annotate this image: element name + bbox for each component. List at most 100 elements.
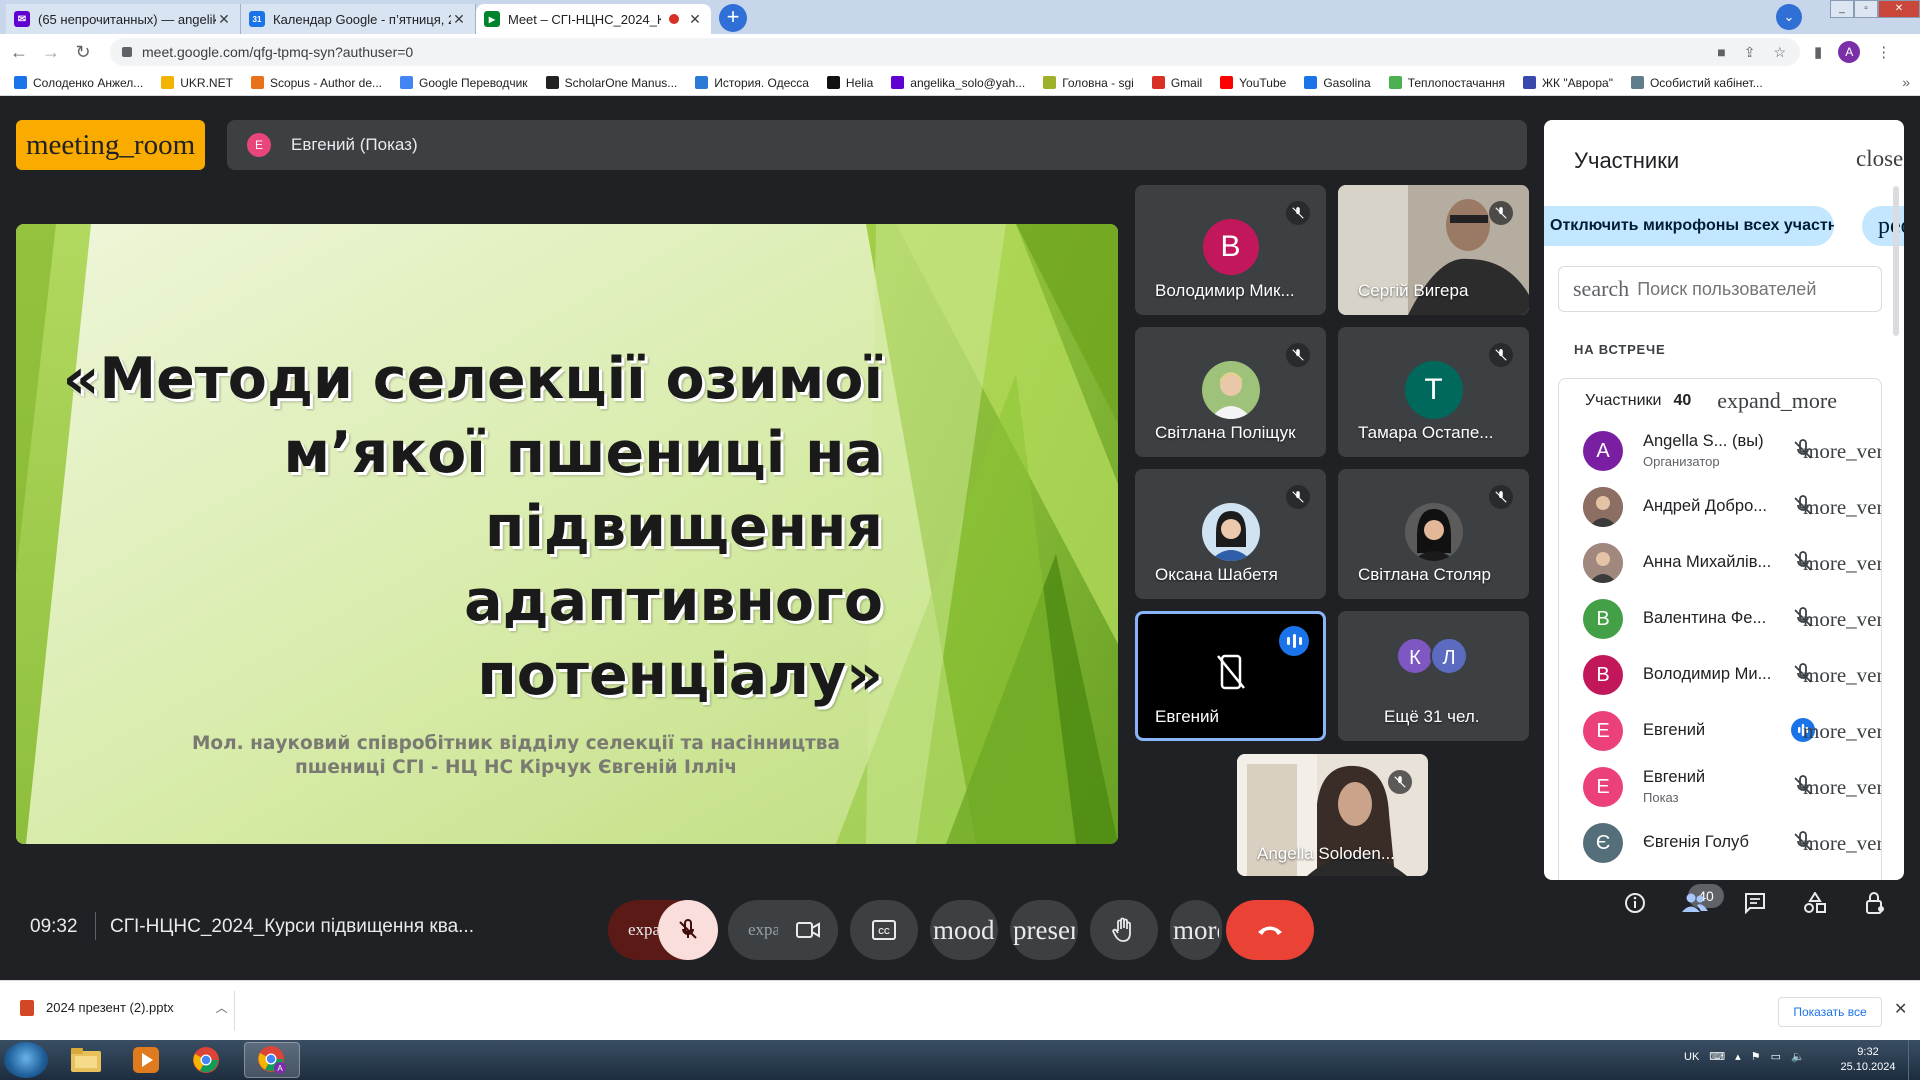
participant-tile-active-speaker[interactable]: Евгений <box>1135 611 1326 741</box>
search-field[interactable]: search <box>1558 266 1882 312</box>
keyboard-icon[interactable]: ⌨ <box>1709 1050 1725 1063</box>
meeting-info-button[interactable] <box>1620 888 1650 918</box>
bookmark-item[interactable]: Gmail <box>1151 76 1202 90</box>
address-bar[interactable]: meet.google.com/qfg-tpmq-syn?authuser=0 … <box>110 38 1800 66</box>
chat-button[interactable] <box>1740 888 1770 918</box>
download-item[interactable]: 2024 презент (2).pptx ︿ <box>20 999 228 1016</box>
taskbar-clock[interactable]: 9:32 25.10.2024 <box>1840 1045 1896 1075</box>
tab-google-calendar[interactable]: 31 Календар Google - п’ятниця, 25 жовтня… <box>241 4 476 34</box>
browser-menu-icon[interactable]: ⋮ <box>1876 43 1891 61</box>
mute-all-button[interactable]: Отключить микрофоны всех участников <box>1544 206 1834 246</box>
explorer-taskbar-icon[interactable] <box>58 1042 114 1078</box>
present-button[interactable]: present_to_all <box>1010 900 1078 960</box>
participant-row[interactable]: В Валентина Фе... more_vert <box>1559 590 1881 646</box>
bookmark-favicon-icon <box>1220 76 1234 89</box>
volume-icon[interactable]: 🔈 <box>1791 1050 1805 1063</box>
leave-call-button[interactable] <box>1226 900 1314 960</box>
bookmark-item[interactable]: Google Переводчик <box>400 76 528 90</box>
bookmark-item[interactable]: UKR.NET <box>161 76 233 90</box>
expand-more-icon[interactable]: expand_more <box>1717 388 1837 414</box>
new-tab-button[interactable]: + <box>719 4 747 32</box>
bookmark-star-icon[interactable]: ☆ <box>1773 44 1786 61</box>
bookmark-item[interactable]: Scopus - Author de... <box>250 76 382 90</box>
participants-group-header[interactable]: Участники 40 expand_more <box>1558 378 1882 422</box>
bookmark-item[interactable]: Gasolina <box>1304 76 1371 90</box>
flag-icon[interactable]: ⚑ <box>1751 1050 1761 1063</box>
bookmark-item[interactable]: ScholarOne Manus... <box>545 76 677 90</box>
show-desktop-button[interactable] <box>1908 1040 1920 1080</box>
reactions-button[interactable]: mood <box>930 900 998 960</box>
bookmark-item[interactable]: ЖК "Аврора" <box>1522 76 1613 90</box>
share-icon[interactable]: ⇪ <box>1744 44 1756 61</box>
bookmark-item[interactable]: Головна - sgi <box>1043 76 1134 90</box>
more-vert-icon[interactable]: more_vert <box>1803 607 1881 632</box>
close-tab-icon[interactable]: ✕ <box>216 11 232 28</box>
participant-row[interactable]: В Володимир Ми... more_vert <box>1559 646 1881 702</box>
more-vert-icon[interactable]: more_vert <box>1803 775 1881 800</box>
participant-tile[interactable]: Світлана Поліщук <box>1135 327 1326 457</box>
tray-expand-icon[interactable]: ▴ <box>1735 1050 1741 1063</box>
more-vert-icon[interactable]: more_vert <box>1803 551 1881 576</box>
account-avatar[interactable]: A <box>1838 41 1861 63</box>
forward-icon[interactable]: → <box>38 42 64 63</box>
tab-google-meet[interactable]: ▶ Meet – СГІ-НЦНС_2024_Курси ✕ <box>476 4 711 34</box>
bookmark-item[interactable]: История. Одесса <box>695 76 809 90</box>
bookmark-item[interactable]: YouTube <box>1220 76 1286 90</box>
mic-toggle-button[interactable] <box>658 900 718 960</box>
show-all-button[interactable]: Показать все <box>1778 997 1882 1027</box>
more-vert-icon[interactable]: more_vert <box>1803 719 1881 744</box>
activities-button[interactable] <box>1800 888 1830 918</box>
people-button[interactable] <box>1680 888 1710 918</box>
back-icon[interactable]: ← <box>6 42 32 63</box>
close-window-icon[interactable]: ✕ <box>1878 0 1920 18</box>
start-button[interactable] <box>4 1042 48 1078</box>
tab-yahoo-mail[interactable]: ✉ (65 непрочитанных) — angelika_solo@yah… <box>6 4 241 34</box>
search-input[interactable] <box>1637 278 1868 300</box>
participant-tile[interactable]: Сергій Вигера <box>1338 185 1529 315</box>
bookmark-item[interactable]: Теплопостачання <box>1388 76 1505 90</box>
close-icon[interactable]: ✕ <box>1894 999 1907 1019</box>
bookmark-item[interactable]: Helia <box>826 76 873 90</box>
participant-row[interactable]: Е Евгений Показ more_vert <box>1559 758 1881 814</box>
participant-tile[interactable]: Т Тамара Остапе... <box>1338 327 1529 457</box>
close-tab-icon[interactable]: ✕ <box>451 11 467 28</box>
more-participants-tile[interactable]: К Л Ещё 31 чел. <box>1338 611 1529 741</box>
more-options-button[interactable]: more_vert <box>1170 900 1222 960</box>
chrome-profile-taskbar-icon[interactable]: A <box>244 1042 300 1078</box>
participant-row[interactable]: Андрей Добро... more_vert <box>1559 478 1881 534</box>
close-icon[interactable]: close <box>1856 146 1903 172</box>
media-player-taskbar-icon[interactable] <box>118 1042 174 1078</box>
bookmark-item[interactable]: angelika_solo@yah... <box>891 76 1025 90</box>
panel-scrollbar[interactable] <box>1893 186 1899 336</box>
close-tab-icon[interactable]: ✕ <box>687 11 703 28</box>
participant-row[interactable]: A Angella S... (вы) Организатор more_vert <box>1559 422 1881 478</box>
participant-row[interactable]: Є Євгенія Голуб more_vert <box>1559 814 1881 870</box>
more-vert-icon[interactable]: more_vert <box>1803 495 1881 520</box>
maximize-icon[interactable]: ▫ <box>1854 0 1878 18</box>
more-vert-icon[interactable]: more_vert <box>1803 663 1881 688</box>
host-controls-button[interactable] <box>1860 888 1890 918</box>
camera-toggle-button[interactable] <box>778 900 838 960</box>
bookmarks-overflow-icon[interactable]: » <box>1902 74 1910 90</box>
chrome-taskbar-icon[interactable] <box>178 1042 234 1078</box>
participant-row[interactable]: Анна Михайлів... more_vert <box>1559 534 1881 590</box>
tab-search-icon[interactable]: ⌄ <box>1776 4 1802 30</box>
participant-tile[interactable]: В Володимир Мик... <box>1135 185 1326 315</box>
bookmark-item[interactable]: Солоденко Анжел... <box>14 76 143 90</box>
participant-row[interactable]: Е Евгений more_vert <box>1559 702 1881 758</box>
language-indicator[interactable]: UK <box>1684 1051 1699 1063</box>
reload-icon[interactable]: ↻ <box>70 42 96 63</box>
network-icon[interactable]: ▭ <box>1771 1050 1781 1063</box>
camera-in-use-icon[interactable]: ■ <box>1717 44 1725 61</box>
chevron-up-icon[interactable]: ︿ <box>216 999 228 1016</box>
side-panel-icon[interactable]: ▮ <box>1814 43 1822 61</box>
bookmark-item[interactable]: Особистий кабінет... <box>1630 76 1763 90</box>
more-vert-icon[interactable]: more_vert <box>1803 439 1881 464</box>
minimize-icon[interactable]: _ <box>1830 0 1854 18</box>
self-view-tile[interactable]: Angella Soloden... <box>1237 754 1428 876</box>
captions-button[interactable]: CC <box>850 900 918 960</box>
participant-tile[interactable]: Оксана Шабетя <box>1135 469 1326 599</box>
raise-hand-button[interactable] <box>1090 900 1158 960</box>
participant-tile[interactable]: Світлана Столяр <box>1338 469 1529 599</box>
more-vert-icon[interactable]: more_vert <box>1803 831 1881 856</box>
